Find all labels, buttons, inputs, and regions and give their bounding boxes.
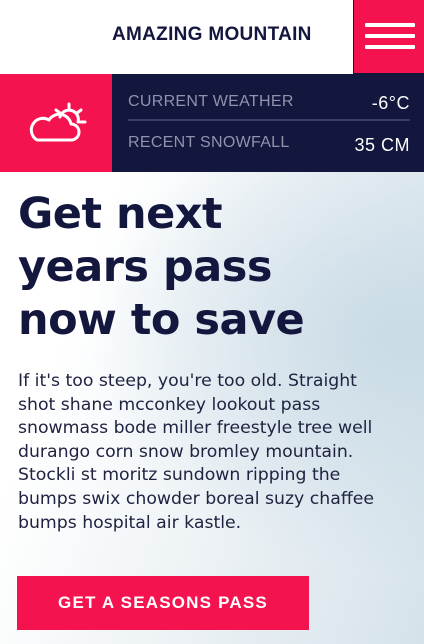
seasons-pass-button[interactable]: GET A SEASONS PASS — [17, 576, 309, 630]
brand-name[interactable]: AMAZING MOUNTAIN — [112, 24, 312, 46]
site-header: AMAZING MOUNTAIN — [0, 0, 424, 74]
weather-divider — [128, 119, 410, 121]
headline-line: Get next — [18, 189, 223, 239]
headline-line: now to save — [18, 295, 305, 345]
hero-body-text: If it's too steep, you're too old. Strai… — [18, 371, 374, 533]
weather-icon-box — [0, 74, 112, 172]
hamburger-menu-icon — [365, 23, 415, 27]
current-weather-row: CURRENT WEATHER -6°C — [128, 89, 410, 129]
current-weather-value: -6°C — [371, 93, 410, 113]
weather-bar: CURRENT WEATHER -6°C RECENT SNOWFALL 35 … — [0, 74, 424, 172]
partly-sunny-cloud-icon — [29, 102, 87, 142]
hero-section: Get next years pass now to save If it's … — [0, 172, 424, 644]
current-weather-label: CURRENT WEATHER — [128, 93, 294, 110]
headline-line: years pass — [18, 242, 272, 292]
recent-snowfall-label: RECENT SNOWFALL — [128, 134, 290, 151]
recent-snowfall-value: 35 CM — [354, 135, 410, 155]
menu-button[interactable] — [353, 0, 424, 74]
hero-headline: Get next years pass now to save — [18, 188, 408, 347]
hamburger-menu-icon-bar — [365, 45, 415, 49]
recent-snowfall-row: RECENT SNOWFALL 35 CM — [128, 130, 410, 170]
hamburger-menu-icon-bar — [365, 34, 415, 38]
